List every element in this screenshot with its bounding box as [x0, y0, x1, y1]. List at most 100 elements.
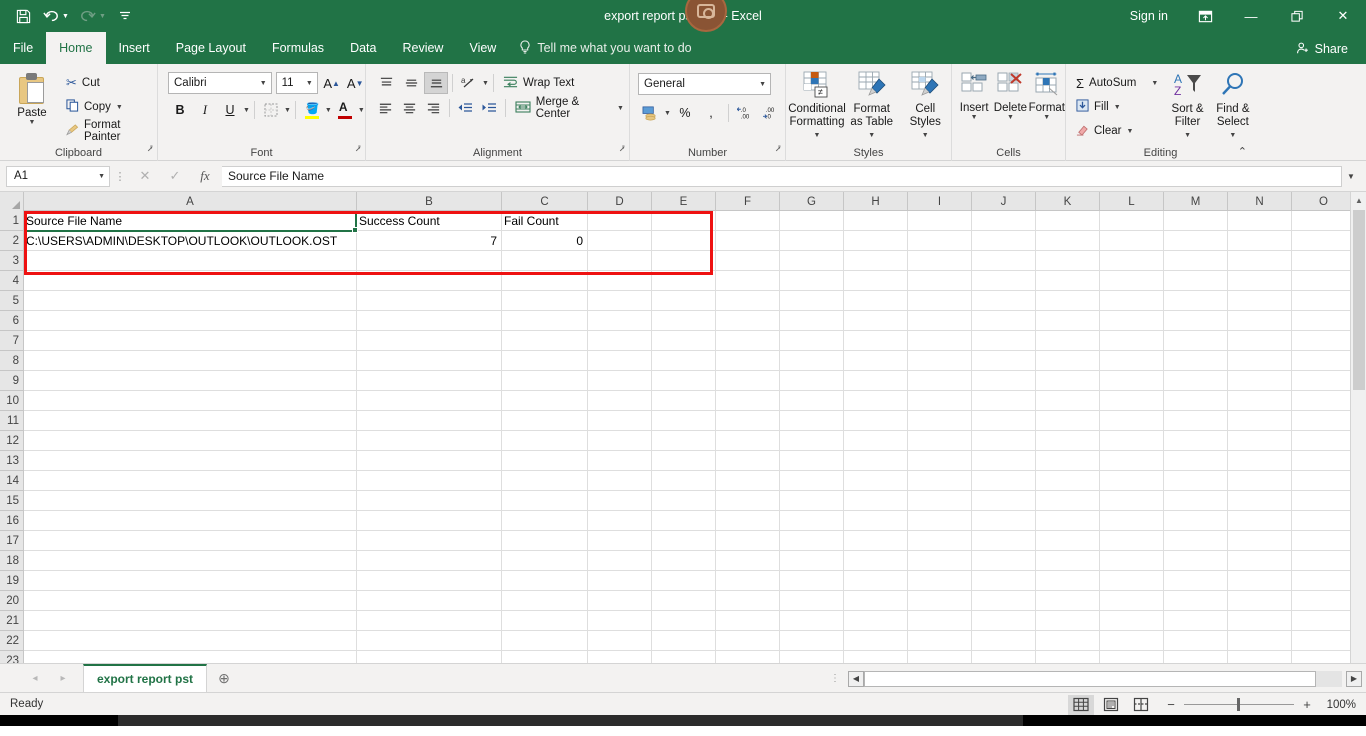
cell-styles-dropdown-arrow[interactable]: ▼: [922, 129, 929, 142]
bold-button[interactable]: B: [168, 99, 192, 121]
cell-N23[interactable]: [1228, 651, 1292, 663]
cell-F13[interactable]: [716, 451, 780, 471]
tab-view[interactable]: View: [456, 32, 509, 64]
cell-I5[interactable]: [908, 291, 972, 311]
cell-O4[interactable]: [1292, 271, 1356, 291]
cell-C20[interactable]: [502, 591, 588, 611]
cell-B15[interactable]: [357, 491, 502, 511]
cell-I8[interactable]: [908, 351, 972, 371]
accounting-format-button[interactable]: [638, 102, 662, 124]
cell-M12[interactable]: [1164, 431, 1228, 451]
cell-C2[interactable]: 0: [502, 231, 588, 251]
formula-input[interactable]: Source File Name: [222, 165, 1342, 187]
column-header-B[interactable]: B: [357, 192, 502, 211]
copy-dropdown-arrow[interactable]: ▼: [116, 104, 123, 111]
add-sheet-button[interactable]: ⊕: [207, 665, 241, 691]
cell-L20[interactable]: [1100, 591, 1164, 611]
cell-F11[interactable]: [716, 411, 780, 431]
cell-D23[interactable]: [588, 651, 652, 663]
cell-C7[interactable]: [502, 331, 588, 351]
previous-sheet-button[interactable]: ◂: [22, 666, 48, 690]
cell-A14[interactable]: [24, 471, 357, 491]
cell-L5[interactable]: [1100, 291, 1164, 311]
cell-M6[interactable]: [1164, 311, 1228, 331]
cell-M22[interactable]: [1164, 631, 1228, 651]
column-header-A[interactable]: A: [24, 192, 357, 211]
cell-C9[interactable]: [502, 371, 588, 391]
cell-H14[interactable]: [844, 471, 908, 491]
zoom-level-label[interactable]: 100%: [1320, 699, 1360, 711]
cell-B4[interactable]: [357, 271, 502, 291]
cell-J11[interactable]: [972, 411, 1036, 431]
align-right-button[interactable]: [422, 97, 445, 119]
cell-E1[interactable]: [652, 211, 716, 231]
cell-H11[interactable]: [844, 411, 908, 431]
align-center-button[interactable]: [398, 97, 421, 119]
cell-G6[interactable]: [780, 311, 844, 331]
cell-O11[interactable]: [1292, 411, 1356, 431]
cell-B17[interactable]: [357, 531, 502, 551]
merge-center-button[interactable]: Merge & Center ▼: [510, 96, 629, 120]
cell-M10[interactable]: [1164, 391, 1228, 411]
column-header-K[interactable]: K: [1036, 192, 1100, 211]
cell-I19[interactable]: [908, 571, 972, 591]
cell-B3[interactable]: [357, 251, 502, 271]
cell-M14[interactable]: [1164, 471, 1228, 491]
cell-L12[interactable]: [1100, 431, 1164, 451]
cell-G13[interactable]: [780, 451, 844, 471]
cell-A7[interactable]: [24, 331, 357, 351]
align-bottom-button[interactable]: [424, 72, 448, 94]
font-dialog-launcher[interactable]: ⭷: [355, 142, 361, 158]
cell-K21[interactable]: [1036, 611, 1100, 631]
cell-K20[interactable]: [1036, 591, 1100, 611]
cell-N18[interactable]: [1228, 551, 1292, 571]
cell-C22[interactable]: [502, 631, 588, 651]
cell-G20[interactable]: [780, 591, 844, 611]
undo-dropdown-arrow[interactable]: ▼: [62, 13, 73, 20]
scroll-left-button[interactable]: ◀: [848, 670, 864, 687]
cell-I15[interactable]: [908, 491, 972, 511]
cell-G15[interactable]: [780, 491, 844, 511]
row-header-7[interactable]: 7: [0, 331, 23, 351]
autosum-button[interactable]: Σ AutoSum ▼: [1072, 72, 1162, 94]
horizontal-scroll-thumb[interactable]: [864, 670, 1316, 687]
cell-L2[interactable]: [1100, 231, 1164, 251]
cell-E16[interactable]: [652, 511, 716, 531]
cell-E20[interactable]: [652, 591, 716, 611]
cell-B7[interactable]: [357, 331, 502, 351]
cell-M17[interactable]: [1164, 531, 1228, 551]
cell-K2[interactable]: [1036, 231, 1100, 251]
cell-O19[interactable]: [1292, 571, 1356, 591]
save-icon[interactable]: [10, 4, 36, 28]
cell-M11[interactable]: [1164, 411, 1228, 431]
row-header-15[interactable]: 15: [0, 491, 23, 511]
cell-K1[interactable]: [1036, 211, 1100, 231]
row-header-14[interactable]: 14: [0, 471, 23, 491]
cell-G21[interactable]: [780, 611, 844, 631]
cell-N10[interactable]: [1228, 391, 1292, 411]
comma-style-button[interactable]: ,: [699, 102, 723, 124]
cell-I21[interactable]: [908, 611, 972, 631]
cell-A20[interactable]: [24, 591, 357, 611]
cell-N5[interactable]: [1228, 291, 1292, 311]
cell-A13[interactable]: [24, 451, 357, 471]
underline-dropdown-arrow[interactable]: ▼: [243, 107, 250, 114]
row-header-12[interactable]: 12: [0, 431, 23, 451]
row-header-18[interactable]: 18: [0, 551, 23, 571]
cell-H1[interactable]: [844, 211, 908, 231]
cell-G7[interactable]: [780, 331, 844, 351]
cell-G22[interactable]: [780, 631, 844, 651]
cell-A23[interactable]: [24, 651, 357, 663]
cell-C5[interactable]: [502, 291, 588, 311]
tell-me-search[interactable]: Tell me what you want to do: [509, 32, 692, 64]
cell-N6[interactable]: [1228, 311, 1292, 331]
cell-C1[interactable]: Fail Count: [502, 211, 588, 231]
cell-D17[interactable]: [588, 531, 652, 551]
chevron-down-icon[interactable]: ▼: [98, 173, 105, 180]
cell-F17[interactable]: [716, 531, 780, 551]
cell-K7[interactable]: [1036, 331, 1100, 351]
cell-N11[interactable]: [1228, 411, 1292, 431]
cell-A19[interactable]: [24, 571, 357, 591]
cell-G12[interactable]: [780, 431, 844, 451]
ribbon-display-options-icon[interactable]: [1182, 0, 1228, 32]
